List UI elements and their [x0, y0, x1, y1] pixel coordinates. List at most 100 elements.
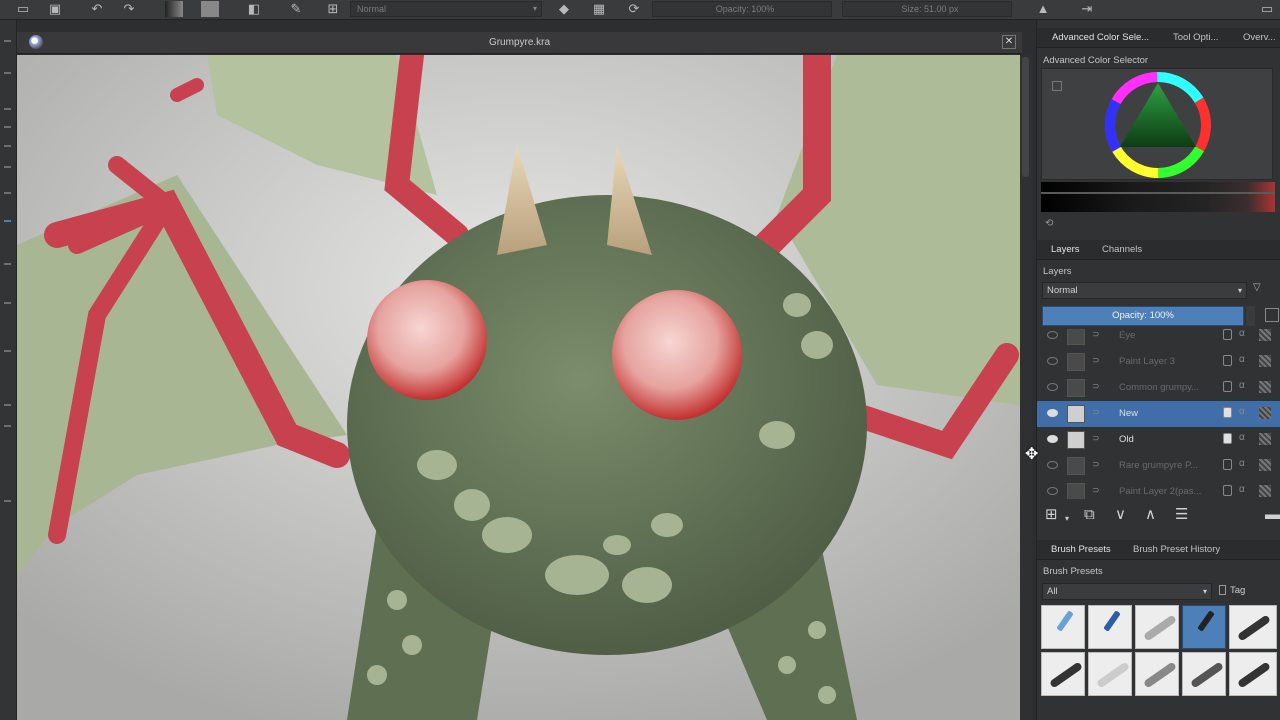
- layer-row[interactable]: ⊃ Rare grumpyre P... α: [1037, 453, 1280, 479]
- pattern-swatch[interactable]: [201, 1, 219, 17]
- inherit-alpha-icon[interactable]: [1259, 381, 1271, 393]
- color-history-bar[interactable]: [1041, 182, 1275, 212]
- opacity-spinner[interactable]: [1246, 306, 1255, 326]
- canvas-scrollbar[interactable]: [1020, 55, 1032, 720]
- tool-button[interactable]: [4, 404, 11, 406]
- brush-preset[interactable]: [1182, 652, 1226, 696]
- redo-icon[interactable]: ↷: [120, 1, 138, 17]
- tool-button[interactable]: [4, 72, 11, 74]
- tool-button[interactable]: [4, 40, 11, 42]
- tab-advanced-color-selector[interactable]: Advanced Color Sele...: [1052, 32, 1149, 43]
- inherit-alpha-icon[interactable]: [1259, 355, 1271, 367]
- alpha-lock-icon[interactable]: α: [1239, 432, 1245, 443]
- layer-properties-icon[interactable]: [1265, 308, 1279, 322]
- tool-button[interactable]: [4, 145, 11, 147]
- canvas[interactable]: [17, 55, 1020, 720]
- brush-preset[interactable]: [1088, 605, 1132, 649]
- scrollbar-thumb[interactable]: [1022, 57, 1029, 177]
- brush-preset[interactable]: [1135, 605, 1179, 649]
- fg-bg-color-icon[interactable]: ◧: [245, 1, 263, 17]
- workspace-icon[interactable]: ▭: [1258, 1, 1276, 17]
- brush-preset[interactable]: [1088, 652, 1132, 696]
- lock-icon[interactable]: [1223, 381, 1232, 392]
- eye-icon[interactable]: [1047, 409, 1058, 417]
- layer-row[interactable]: ⊃ Old α: [1037, 427, 1280, 453]
- alpha-lock-icon[interactable]: α: [1239, 380, 1245, 391]
- color-wheel[interactable]: [1042, 69, 1274, 181]
- layer-row-active[interactable]: ⊃ New α: [1037, 401, 1280, 427]
- document-tab[interactable]: Grumpyre.kra ✕: [17, 32, 1022, 54]
- preserve-alpha-icon[interactable]: ▦: [590, 1, 608, 17]
- lock-icon[interactable]: [1223, 433, 1232, 444]
- move-down-icon[interactable]: ∨: [1115, 507, 1126, 523]
- layer-blend-mode-select[interactable]: Normal ▾: [1042, 282, 1247, 299]
- gradient-swatch[interactable]: [165, 1, 183, 17]
- preset-filter-select[interactable]: All ▾: [1042, 583, 1212, 600]
- tool-button[interactable]: [4, 350, 11, 352]
- alpha-lock-icon[interactable]: α: [1239, 484, 1245, 495]
- tag-button[interactable]: Tag: [1219, 583, 1263, 600]
- tab-channels[interactable]: Channels: [1102, 244, 1142, 255]
- brush-preset[interactable]: [1229, 652, 1277, 696]
- tool-button[interactable]: [4, 108, 11, 110]
- lock-icon[interactable]: [1223, 459, 1232, 470]
- filter-icon[interactable]: ▽: [1253, 282, 1267, 297]
- alpha-lock-icon[interactable]: α: [1239, 354, 1245, 365]
- inherit-alpha-icon[interactable]: [1259, 407, 1271, 419]
- alpha-lock-icon[interactable]: α: [1239, 329, 1245, 339]
- new-document-icon[interactable]: ▭: [14, 1, 32, 17]
- layer-row[interactable]: ⊃ Eye α: [1037, 329, 1280, 349]
- tab-brush-preset-history[interactable]: Brush Preset History: [1133, 544, 1220, 555]
- tool-button[interactable]: [4, 425, 11, 427]
- refresh-icon[interactable]: ⟲: [1045, 218, 1053, 229]
- reload-icon[interactable]: ⟳: [625, 1, 643, 17]
- alpha-lock-icon[interactable]: α: [1239, 458, 1245, 469]
- opacity-slider[interactable]: Opacity: 100%: [652, 1, 832, 17]
- lock-icon[interactable]: [1223, 355, 1232, 366]
- blend-mode-select[interactable]: Normal ▾: [350, 1, 542, 17]
- tab-overview[interactable]: Overv...: [1243, 32, 1276, 43]
- tab-brush-presets[interactable]: Brush Presets: [1051, 544, 1111, 555]
- inherit-alpha-icon[interactable]: [1259, 459, 1271, 471]
- inherit-alpha-icon[interactable]: [1259, 433, 1271, 445]
- close-icon[interactable]: ✕: [1002, 35, 1016, 49]
- tool-button[interactable]: [4, 263, 11, 265]
- mirror-vertical-icon[interactable]: ⇥: [1078, 1, 1096, 17]
- tool-button-active[interactable]: [4, 220, 11, 222]
- sliders-icon[interactable]: ☰: [1175, 507, 1188, 523]
- move-up-icon[interactable]: ∧: [1145, 507, 1156, 523]
- brush-preset-selected[interactable]: [1182, 605, 1226, 649]
- lock-icon[interactable]: [1223, 407, 1232, 418]
- trash-icon[interactable]: ▬: [1265, 507, 1280, 523]
- brush-preset[interactable]: [1041, 605, 1085, 649]
- eye-icon[interactable]: [1047, 487, 1058, 495]
- tab-layers[interactable]: Layers: [1051, 244, 1080, 255]
- eye-icon[interactable]: [1047, 357, 1058, 365]
- eye-icon[interactable]: [1047, 435, 1058, 443]
- layer-row[interactable]: ⊃ Paint Layer 2(pas... α: [1037, 479, 1280, 499]
- chevron-down-icon[interactable]: ▾: [1065, 511, 1069, 527]
- color-selector[interactable]: [1041, 68, 1273, 180]
- undo-icon[interactable]: ↶: [88, 1, 106, 17]
- plus-square-icon[interactable]: ⊞: [1045, 507, 1058, 523]
- layer-row[interactable]: ⊃ Paint Layer 3 α: [1037, 349, 1280, 375]
- eraser-icon[interactable]: ◆: [555, 1, 573, 17]
- inherit-alpha-icon[interactable]: [1259, 329, 1271, 341]
- inherit-alpha-icon[interactable]: [1259, 485, 1271, 497]
- tool-button[interactable]: [4, 166, 11, 168]
- brush-preset[interactable]: [1041, 652, 1085, 696]
- duplicate-icon[interactable]: ⧉: [1084, 507, 1095, 523]
- grid-icon[interactable]: ⊞: [324, 1, 342, 17]
- layer-opacity-slider[interactable]: Opacity: 100%: [1042, 306, 1244, 326]
- lock-icon[interactable]: [1223, 329, 1232, 340]
- tab-tool-options[interactable]: Tool Opti...: [1173, 32, 1218, 43]
- alpha-lock-icon[interactable]: α: [1239, 406, 1245, 417]
- tool-button[interactable]: [4, 500, 11, 502]
- brush-preset[interactable]: [1229, 605, 1277, 649]
- color-selector-settings-icon[interactable]: [1052, 81, 1062, 91]
- tool-button[interactable]: [4, 126, 11, 128]
- eye-icon[interactable]: [1047, 383, 1058, 391]
- brush-preset[interactable]: [1135, 652, 1179, 696]
- tool-button[interactable]: [4, 302, 11, 304]
- brush-preset-icon[interactable]: ✎: [287, 1, 305, 17]
